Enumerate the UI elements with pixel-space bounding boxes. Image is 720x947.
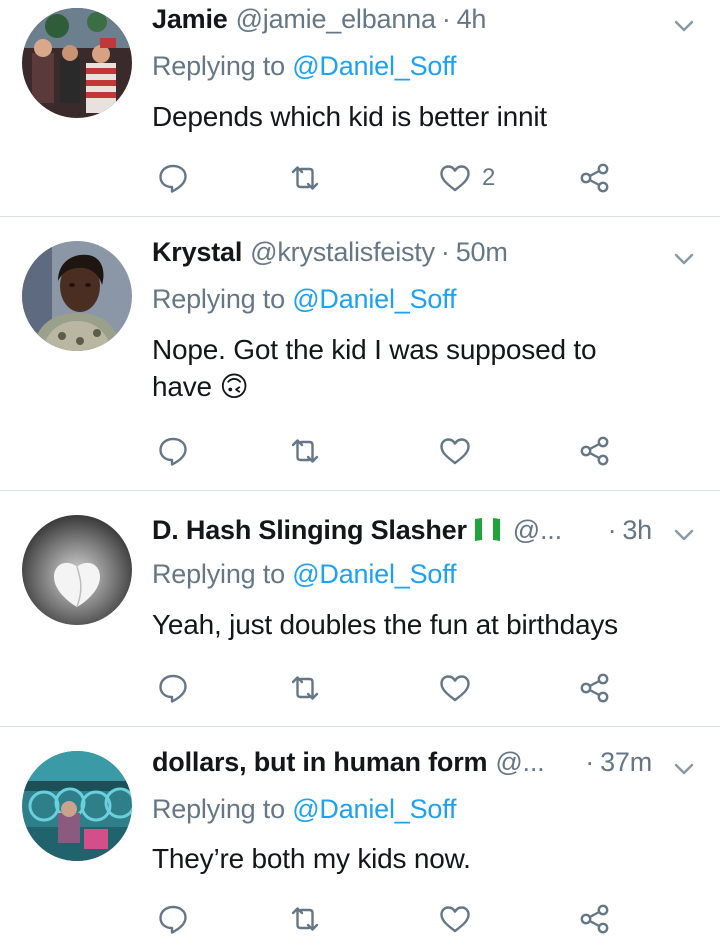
mention-link[interactable]: @Daniel_Soff	[292, 794, 456, 824]
tweet-header: Krystal @krystalisfeisty · 50m	[152, 237, 658, 273]
retweet-icon	[291, 676, 319, 700]
tweet-text: Depends which kid is better innit	[152, 101, 547, 132]
replying-prefix: Replying to	[152, 559, 285, 589]
retweet-button[interactable]	[288, 431, 322, 471]
like-count: 2	[482, 164, 496, 191]
share-icon	[580, 436, 609, 466]
action-bar	[152, 431, 632, 471]
reply-button[interactable]	[156, 158, 190, 198]
display-name[interactable]: D. Hash Slinging Slasher	[152, 515, 467, 546]
replying-prefix: Replying to	[152, 284, 285, 314]
retweet-button[interactable]	[288, 899, 322, 939]
share-icon	[580, 904, 609, 934]
action-bar	[152, 668, 632, 708]
timestamp[interactable]: 37m	[600, 747, 652, 778]
mention-link[interactable]: @Daniel_Soff	[292, 51, 456, 81]
mention-link[interactable]: @Daniel_Soff	[292, 559, 456, 589]
retweet-icon	[291, 907, 319, 931]
replying-to: Replying to @Daniel_Soff	[152, 559, 457, 590]
like-button[interactable]	[438, 668, 482, 708]
display-name[interactable]: Krystal	[152, 237, 242, 268]
tweet-text: Nope. Got the kid I was supposed to have…	[152, 334, 597, 402]
like-button[interactable]	[438, 899, 482, 939]
timestamp[interactable]: 4h	[457, 4, 487, 35]
nigeria-flag-icon	[474, 518, 500, 541]
retweet-button[interactable]	[288, 668, 322, 708]
share-button[interactable]	[578, 431, 612, 471]
retweet-icon	[291, 166, 319, 190]
replying-to: Replying to @Daniel_Soff	[152, 284, 457, 315]
like-button[interactable]	[438, 431, 482, 471]
heart-icon	[440, 906, 470, 933]
avatar[interactable]	[22, 241, 132, 351]
tweet[interactable]: dollars, but in human form @... · 37m Re…	[0, 727, 720, 947]
tweet-header: Jamie @jamie_elbanna · 4h	[152, 4, 658, 40]
retweet-icon	[291, 439, 319, 463]
mention-link[interactable]: @Daniel_Soff	[292, 284, 456, 314]
reply-icon	[159, 674, 187, 703]
share-icon	[580, 163, 609, 193]
user-handle[interactable]: @krystalisfeisty	[250, 237, 435, 268]
avatar-photo-group-icon	[22, 8, 132, 118]
heart-icon	[440, 675, 470, 702]
reply-icon	[159, 164, 187, 193]
separator: ·	[585, 747, 595, 777]
retweet-button[interactable]	[288, 158, 322, 198]
share-button[interactable]	[578, 899, 612, 939]
replying-prefix: Replying to	[152, 794, 285, 824]
replying-to: Replying to @Daniel_Soff	[152, 51, 457, 82]
separator: ·	[440, 237, 450, 267]
separator: ·	[607, 515, 617, 545]
user-handle[interactable]: @jamie_elbanna	[236, 4, 436, 35]
share-button[interactable]	[578, 158, 612, 198]
timestamp[interactable]: 3h	[622, 515, 652, 546]
like-button[interactable]: 2	[438, 158, 495, 198]
avatar-photo-monochrome-icon	[22, 515, 132, 625]
share-icon	[580, 673, 609, 703]
user-handle[interactable]: @...	[513, 515, 562, 546]
tweet-header: dollars, but in human form @... · 37m	[152, 747, 658, 783]
reply-button[interactable]	[156, 431, 190, 471]
separator: ·	[441, 4, 451, 34]
heart-icon	[440, 165, 470, 192]
chevron-down-icon[interactable]	[672, 757, 696, 781]
display-name[interactable]: dollars, but in human form	[152, 747, 488, 778]
reply-icon	[159, 437, 187, 466]
chevron-down-icon[interactable]	[672, 247, 696, 271]
tweet-header: D. Hash Slinging Slasher @... · 3h	[152, 511, 658, 547]
avatar[interactable]	[22, 8, 132, 118]
display-name[interactable]: Jamie	[152, 4, 228, 35]
avatar-photo-portrait-icon	[22, 241, 132, 351]
tweet-text: They’re both my kids now.	[152, 843, 471, 874]
tweet[interactable]: Krystal @krystalisfeisty · 50m Replying …	[0, 217, 720, 490]
heart-icon	[440, 438, 470, 465]
reply-button[interactable]	[156, 668, 190, 708]
avatar-photo-scene-icon	[22, 751, 132, 861]
action-bar	[152, 899, 632, 939]
tweet-text: Yeah, just doubles the fun at birthdays	[152, 609, 618, 640]
share-button[interactable]	[578, 668, 612, 708]
reply-icon	[159, 905, 187, 934]
chevron-down-icon[interactable]	[672, 14, 696, 38]
tweet[interactable]: Jamie @jamie_elbanna · 4h Replying to @D…	[0, 0, 720, 216]
replying-to: Replying to @Daniel_Soff	[152, 794, 457, 825]
chevron-down-icon[interactable]	[672, 523, 696, 547]
user-handle[interactable]: @...	[495, 747, 544, 778]
action-bar: 2	[152, 158, 632, 198]
reply-button[interactable]	[156, 899, 190, 939]
timestamp[interactable]: 50m	[456, 237, 508, 268]
avatar[interactable]	[22, 751, 132, 861]
avatar[interactable]	[22, 515, 132, 625]
replying-prefix: Replying to	[152, 51, 285, 81]
tweet[interactable]: D. Hash Slinging Slasher @... · 3h Reply…	[0, 491, 720, 726]
